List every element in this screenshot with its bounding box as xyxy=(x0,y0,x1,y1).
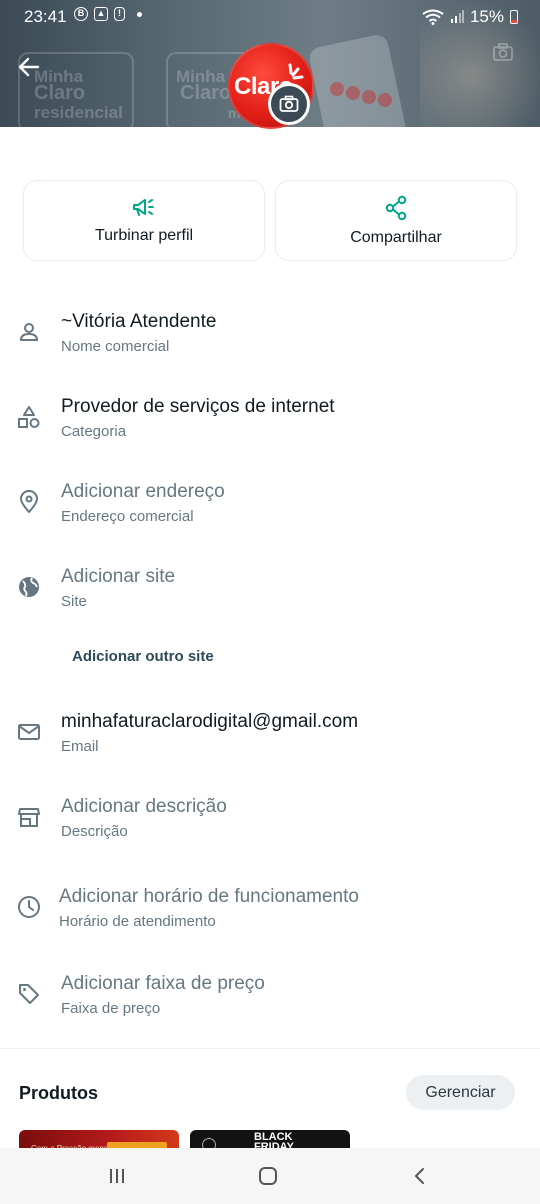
b-icon: B xyxy=(74,7,88,21)
more-notifications-icon xyxy=(137,11,142,17)
email-row[interactable]: minhafaturaclarodigital@gmail.com Email xyxy=(0,700,540,770)
alert-icon: ! xyxy=(114,7,125,21)
add-another-site-link[interactable]: Adicionar outro site xyxy=(72,648,214,665)
cover-dot xyxy=(362,90,376,104)
business-name-row[interactable]: ~Vitória Atendente Nome comercial xyxy=(0,300,540,370)
price-range-row[interactable]: Adicionar faixa de preço Faixa de preço xyxy=(0,962,540,1032)
status-right: 15% xyxy=(422,7,518,27)
email-value: minhafaturaclarodigital@gmail.com xyxy=(61,711,359,732)
globe-icon xyxy=(19,577,39,597)
website-caption: Site xyxy=(61,593,87,610)
address-value: Adicionar endereço xyxy=(61,481,225,502)
battery-icon xyxy=(510,10,518,24)
business-hours-caption: Horário de atendimento xyxy=(59,913,216,930)
business-hours-row[interactable]: Adicionar horário de funcionamento Horár… xyxy=(0,875,540,945)
image-icon: ▲ xyxy=(94,7,108,21)
section-divider xyxy=(0,1048,540,1049)
arrow-back-icon xyxy=(18,57,40,77)
back-nav-button[interactable] xyxy=(408,1164,432,1188)
battery-percent: 15% xyxy=(469,7,504,26)
person-icon xyxy=(20,323,38,341)
cover-dot xyxy=(330,82,344,96)
cover-text: residencial xyxy=(34,103,123,122)
mail-icon xyxy=(18,724,40,740)
shapes-icon xyxy=(18,406,40,428)
website-value: Adicionar site xyxy=(61,566,176,587)
share-icon xyxy=(385,195,407,220)
camera-icon[interactable] xyxy=(492,41,514,63)
business-hours-value: Adicionar horário de funcionamento xyxy=(59,886,359,907)
manage-products-button[interactable]: Gerenciar xyxy=(406,1075,515,1110)
cover-text: Claro xyxy=(34,82,86,104)
email-caption: Email xyxy=(61,738,99,755)
system-navigation-bar xyxy=(0,1148,540,1204)
recent-apps-button[interactable] xyxy=(105,1164,129,1188)
cover-text: Claro xyxy=(180,82,232,104)
home-icon xyxy=(259,1167,277,1185)
clock-icon xyxy=(18,896,40,918)
business-name-value: ~Vitória Atendente xyxy=(61,311,217,332)
description-row[interactable]: Adicionar descrição Descrição xyxy=(0,785,540,855)
description-value: Adicionar descrição xyxy=(61,796,227,817)
megaphone-icon xyxy=(133,198,154,216)
change-photo-button[interactable] xyxy=(268,83,310,125)
category-caption: Categoria xyxy=(61,423,127,440)
website-row[interactable]: Adicionar site Site xyxy=(0,555,540,625)
boost-profile-button[interactable]: Turbinar perfil xyxy=(23,180,265,261)
store-icon xyxy=(18,808,40,827)
home-button[interactable] xyxy=(256,1164,280,1188)
boost-profile-label: Turbinar perfil xyxy=(94,226,194,244)
back-button[interactable] xyxy=(12,50,46,84)
price-range-caption: Faixa de preço xyxy=(61,1000,161,1017)
recent-apps-icon xyxy=(110,1169,124,1183)
tag-icon xyxy=(19,984,39,1004)
category-row[interactable]: Provedor de serviços de internet Categor… xyxy=(0,385,540,455)
location-icon xyxy=(20,490,38,513)
signal-icon xyxy=(450,10,464,23)
address-row[interactable]: Adicionar endereço Endereço comercial xyxy=(0,470,540,540)
category-value: Provedor de serviços de internet xyxy=(61,396,335,417)
status-notification-icons: B ▲ ! xyxy=(74,7,142,21)
chevron-left-icon xyxy=(415,1168,424,1184)
description-caption: Descrição xyxy=(61,823,128,840)
status-bar: 23:41 B ▲ ! 15% xyxy=(0,0,540,34)
share-button[interactable]: Compartilhar xyxy=(275,180,517,261)
cover-dot xyxy=(378,93,392,107)
products-title: Produtos xyxy=(19,1083,98,1103)
cover-phone-image xyxy=(307,32,409,127)
price-range-value: Adicionar faixa de preço xyxy=(61,973,265,994)
address-caption: Endereço comercial xyxy=(61,508,194,525)
camera-icon xyxy=(279,95,299,112)
share-label: Compartilhar xyxy=(350,228,442,246)
wifi-icon xyxy=(422,9,444,25)
status-time: 23:41 xyxy=(24,7,67,26)
cover-dot xyxy=(346,86,360,100)
business-name-caption: Nome comercial xyxy=(61,338,170,355)
